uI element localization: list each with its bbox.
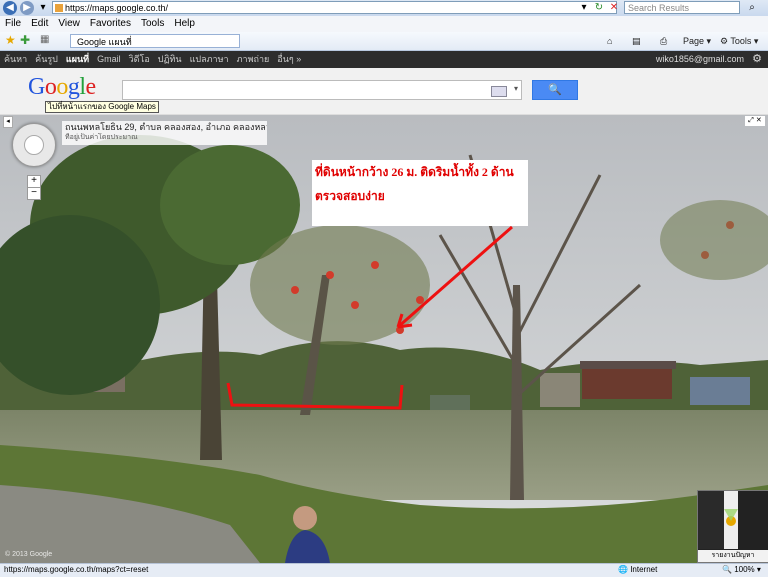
gear-icon[interactable]: ⚙ bbox=[752, 51, 762, 68]
note-line-2: ตรวจสอบง่าย bbox=[315, 189, 385, 203]
address-line: ถนนพหลโยธิน 29, ตำบล คลองสอง, อำเภอ คลอง… bbox=[65, 122, 267, 132]
maps-search-input[interactable]: ▾ bbox=[122, 80, 522, 100]
home-icon[interactable]: ⌂ bbox=[607, 33, 612, 49]
address-card: ถนนพหลโยธิน 29, ตำบล คลองสอง, อำเภอ คลอง… bbox=[62, 121, 267, 145]
feeds-icon[interactable]: ▤ bbox=[632, 33, 641, 49]
zone-label: Internet bbox=[630, 565, 658, 574]
favorites-star-icon[interactable]: ★ bbox=[5, 34, 16, 46]
status-url: https://maps.google.co.th/maps?ct=reset bbox=[4, 565, 149, 574]
fullscreen-icon[interactable]: ⤢ ✕ bbox=[745, 116, 765, 126]
gbar-item[interactable]: Gmail bbox=[93, 51, 125, 68]
address-dropdown-icon[interactable]: ▾ bbox=[577, 1, 591, 14]
maps-header: Google ไปที่หน้าแรกของ Google Maps ▾ 🔍 bbox=[0, 68, 768, 115]
tabs-bar: ★ ✚ ▦ Google แผนที่ ⌂ ▤ ⎙ Page ▾ ⚙ Tools… bbox=[0, 32, 768, 51]
menu-view[interactable]: View bbox=[53, 16, 85, 32]
address-text: https://maps.google.co.th/ bbox=[65, 3, 169, 13]
address-approx: ที่อยู่เป็นค่าโดยประมาณ bbox=[65, 134, 138, 141]
refresh-icon[interactable]: ↻ bbox=[592, 1, 606, 14]
gbar-item[interactable]: ปฏิทิน bbox=[154, 51, 186, 68]
site-favicon-icon bbox=[55, 4, 63, 12]
gbar-item-maps[interactable]: แผนที่ bbox=[62, 51, 93, 68]
navigation-control[interactable] bbox=[12, 123, 56, 167]
search-button[interactable]: 🔍 bbox=[532, 80, 578, 100]
quick-tabs-icon[interactable]: ▦ bbox=[40, 34, 49, 46]
browser-search-input[interactable]: Search Results bbox=[624, 1, 740, 14]
gbar-item[interactable]: ค้นหา bbox=[0, 51, 31, 68]
gbar-item[interactable]: ค้นรูป bbox=[31, 51, 62, 68]
google-logo[interactable]: Google bbox=[28, 74, 96, 101]
menu-edit[interactable]: Edit bbox=[26, 16, 53, 32]
street-view-panorama[interactable]: ◂ ⤢ ✕ + − ถนนพหลโยธิน 29, ตำบล คลองสอง, … bbox=[0, 115, 768, 563]
page-menu-label: Page bbox=[683, 36, 705, 46]
address-bar[interactable]: https://maps.google.co.th/ bbox=[52, 1, 617, 14]
gbar-item[interactable]: ภาพถ่าย bbox=[233, 51, 274, 68]
chevron-down-icon[interactable]: ▾ bbox=[514, 84, 518, 93]
gbar-item-more[interactable]: อื่นๆ » bbox=[273, 51, 305, 68]
zoom-level[interactable]: 🔍 100% ▾ bbox=[722, 564, 761, 576]
copyright-text: © 2013 Google bbox=[5, 551, 53, 558]
tab-google-maps[interactable]: Google แผนที่ bbox=[70, 34, 240, 48]
menu-file[interactable]: File bbox=[0, 16, 26, 32]
minimap-road bbox=[698, 491, 738, 549]
back-icon[interactable]: ◀ bbox=[3, 1, 17, 15]
menu-bar: File Edit View Favorites Tools Help bbox=[0, 16, 768, 33]
internet-zone: 🌐 Internet bbox=[618, 565, 658, 574]
tools-menu[interactable]: ⚙ Tools ▾ bbox=[720, 33, 758, 49]
logo-tooltip: ไปที่หน้าแรกของ Google Maps bbox=[45, 101, 159, 113]
gbar-item[interactable]: วิดีโอ bbox=[125, 51, 154, 68]
note-line-1: ที่ดินหน้ากว้าง 26 ม. ติดริมน้ำทั้ง 2 ด้… bbox=[315, 165, 514, 179]
annotation-note: ที่ดินหน้ากว้าง 26 ม. ติดริมน้ำทั้ง 2 ด้… bbox=[312, 160, 528, 226]
print-icon[interactable]: ⎙ bbox=[660, 33, 667, 49]
search-icon[interactable]: ⌕ bbox=[745, 1, 759, 14]
history-dropdown-icon[interactable]: ▾ bbox=[36, 1, 50, 14]
menu-tools[interactable]: Tools bbox=[136, 16, 169, 32]
minimap[interactable]: รายงานปัญหา bbox=[697, 490, 768, 563]
stop-icon[interactable]: ✕ bbox=[607, 1, 621, 14]
pan-control-icon[interactable] bbox=[24, 135, 44, 155]
add-favorites-icon[interactable]: ✚ bbox=[20, 34, 30, 46]
menu-favorites[interactable]: Favorites bbox=[85, 16, 136, 32]
status-bar: https://maps.google.co.th/maps?ct=reset … bbox=[0, 563, 768, 577]
page-menu[interactable]: Page ▾ bbox=[683, 33, 711, 49]
zoom-label: 100% bbox=[734, 565, 755, 574]
tab-title: Google แผนที่ bbox=[77, 37, 132, 47]
gbar-item[interactable]: แปลภาษา bbox=[186, 51, 233, 68]
tools-menu-label: Tools bbox=[730, 36, 752, 46]
report-problem-link[interactable]: รายงานปัญหา bbox=[698, 550, 768, 562]
collapse-panel-icon[interactable]: ◂ bbox=[3, 116, 13, 128]
menu-help[interactable]: Help bbox=[169, 16, 200, 32]
google-bar: ค้นหา ค้นรูป แผนที่ Gmail วิดีโอ ปฏิทิน แปลภาษ… bbox=[0, 51, 768, 68]
zoom-out-button[interactable]: − bbox=[27, 187, 41, 200]
account-email[interactable]: wiko1856@gmail.com bbox=[656, 51, 744, 68]
keyboard-icon[interactable] bbox=[491, 86, 507, 97]
browser-toolbar: ◀ ▶ ▾ https://maps.google.co.th/ ▾ ↻ ✕ S… bbox=[0, 0, 768, 16]
forward-icon[interactable]: ▶ bbox=[20, 1, 34, 15]
